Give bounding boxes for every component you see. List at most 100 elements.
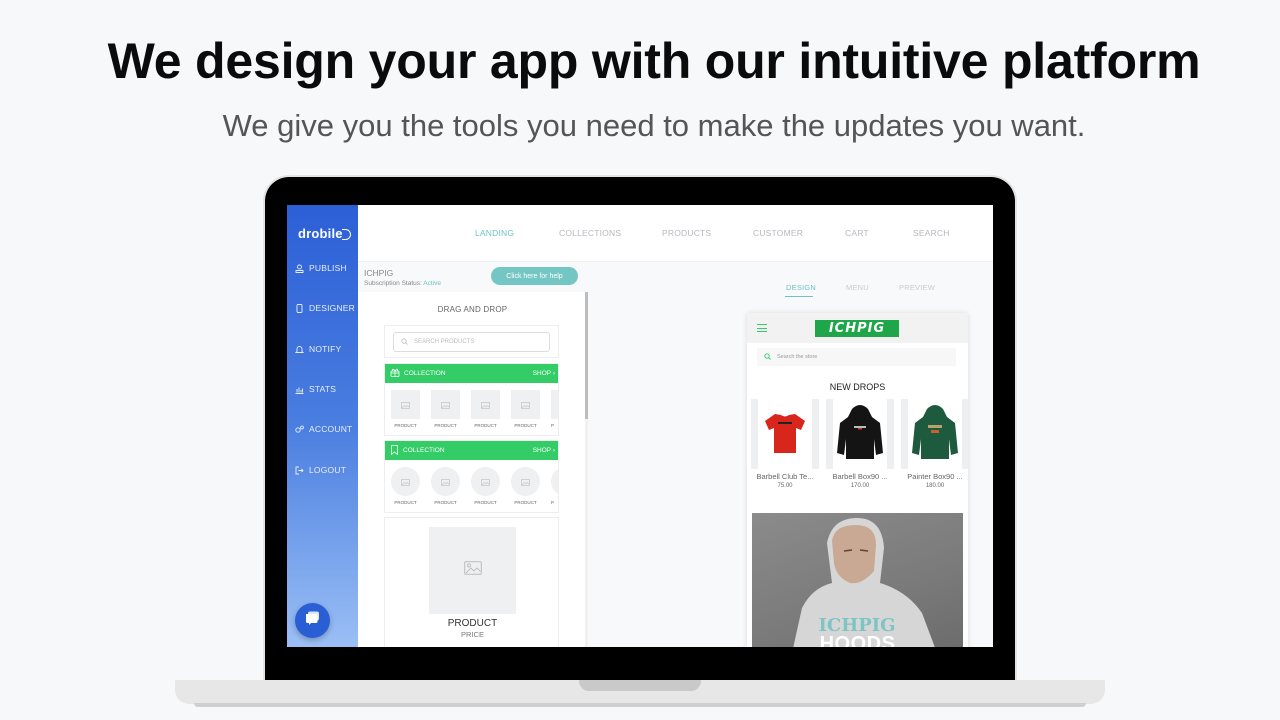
- product-image-placeholder: [429, 527, 516, 614]
- logo[interactable]: drobile: [298, 226, 351, 241]
- collection-banner[interactable]: ICHPIG HOODS: [752, 513, 963, 647]
- nav-tab-collections[interactable]: COLLECTIONS: [559, 228, 621, 238]
- tshirt-image: [765, 414, 805, 453]
- product-placeholder: [471, 467, 500, 496]
- nav-tab-customer[interactable]: CUSTOMER: [753, 228, 803, 238]
- laptop-notch: [579, 680, 701, 691]
- product-placeholder: [551, 467, 558, 496]
- subscription-status-label: Subscription Status:: [364, 280, 422, 287]
- search-products-block[interactable]: SEARCH PRODUCTS: [384, 325, 559, 358]
- image-icon: [463, 561, 482, 580]
- drag-drop-scroll-thumb[interactable]: [585, 292, 588, 419]
- tab-design[interactable]: DESIGN: [786, 283, 816, 292]
- tab-preview[interactable]: PREVIEW: [899, 283, 935, 292]
- product-label: PRODUCT: [514, 423, 537, 428]
- nav-tab-cart[interactable]: CART: [845, 228, 869, 238]
- collection-header: COLLECTION SHOP ›: [385, 364, 558, 383]
- product-name: Painter Box90 ...: [907, 472, 963, 481]
- image-icon: [441, 473, 450, 491]
- sidebar-item-label: ACCOUNT: [309, 424, 353, 434]
- hoodie-image: [912, 405, 958, 459]
- bookmark-icon: [390, 444, 399, 457]
- product-price: 180.00: [925, 483, 945, 489]
- gift-icon: [390, 368, 400, 379]
- sidebar-item-designer[interactable]: DESIGNER: [295, 303, 355, 313]
- product-label: PRODUCT: [474, 423, 497, 428]
- nav-tab-landing[interactable]: LANDING: [475, 228, 514, 238]
- subscription-status-value: Active: [423, 280, 441, 287]
- product-placeholder: [551, 390, 558, 419]
- product-label: PRODUCT: [434, 500, 457, 505]
- sidebar-item-label: PUBLISH: [309, 263, 347, 273]
- chat-button[interactable]: [295, 603, 330, 638]
- laptop-foot: [194, 703, 1086, 707]
- chat-bubble-icon: [304, 610, 321, 632]
- shop-link[interactable]: SHOP ›: [533, 447, 555, 454]
- image-icon: [401, 473, 410, 491]
- sidebar-item-notify[interactable]: NOTIFY: [295, 344, 341, 354]
- product-label: PRODUCT: [434, 423, 457, 428]
- hero-subtitle: We give you the tools you need to make t…: [222, 108, 1086, 143]
- collection-block-round[interactable]: COLLECTION SHOP › PRODUCT PRODUCT PRODUC…: [384, 440, 559, 513]
- image-icon: [401, 396, 410, 414]
- product-placeholder: [431, 467, 460, 496]
- product-image: [751, 399, 819, 469]
- help-button[interactable]: Click here for help: [491, 267, 578, 285]
- collection-block-square[interactable]: COLLECTION SHOP › PRODUCT PRODUCT PRODUC…: [384, 363, 559, 436]
- image-icon: [521, 396, 530, 414]
- sidebar: drobile PUBLISH DESIGNER NOTIFY STATS AC…: [287, 205, 358, 647]
- collection-header: COLLECTION SHOP ›: [385, 441, 558, 460]
- sidebar-item-label: NOTIFY: [309, 344, 342, 354]
- store-search-input[interactable]: Search the store: [757, 348, 956, 366]
- phone-preview: ICHPIG Search the store NEW DROPS Barbel…: [747, 313, 968, 647]
- product-label: P: [551, 500, 555, 505]
- brand-logo: ICHPIG: [815, 320, 899, 337]
- top-navigation: LANDING COLLECTIONS PRODUCTS CUSTOMER CA…: [358, 205, 993, 262]
- sidebar-item-publish[interactable]: PUBLISH: [295, 263, 347, 273]
- hero-title: We design your app with our intuitive pl…: [107, 33, 1201, 89]
- product-label: PRODUCT: [394, 500, 417, 505]
- product-placeholder: [391, 390, 420, 419]
- publish-icon: [295, 264, 304, 273]
- product-price: PRICE: [461, 630, 484, 639]
- product-price: 170.00: [850, 483, 870, 489]
- store-name: ICHPIG: [364, 268, 394, 278]
- product-placeholder: [471, 390, 500, 419]
- sidebar-item-stats[interactable]: STATS: [295, 384, 336, 394]
- nav-tab-search[interactable]: SEARCH: [913, 228, 950, 238]
- product-name: PRODUCT: [447, 618, 498, 629]
- product-label: PRODUCT: [474, 500, 497, 505]
- model-photo: ICHPIG: [793, 518, 935, 647]
- product-label: P: [551, 423, 555, 428]
- search-placeholder: SEARCH PRODUCTS: [414, 339, 475, 345]
- hamburger-menu-icon[interactable]: [757, 324, 767, 335]
- image-icon: [481, 473, 490, 491]
- sidebar-item-label: LOGOUT: [309, 465, 347, 475]
- search-products-input[interactable]: SEARCH PRODUCTS: [393, 332, 550, 352]
- store-info: ICHPIG Subscription Status: Active Click…: [358, 262, 593, 292]
- product-placeholder: [431, 390, 460, 419]
- sidebar-item-account[interactable]: ACCOUNT: [295, 424, 352, 434]
- product-name: Barbell Club Te...: [756, 472, 814, 481]
- product-block[interactable]: PRODUCT PRICE: [384, 517, 559, 647]
- drag-drop-panel: DRAG AND DROP SEARCH PRODUCTS COLLECTION…: [358, 292, 587, 647]
- search-icon: [764, 352, 771, 362]
- drag-drop-title: DRAG AND DROP: [437, 305, 508, 314]
- store-search-placeholder: Search the store: [777, 354, 818, 360]
- product-price: 75.00: [777, 483, 793, 489]
- product-label: PRODUCT: [394, 423, 417, 428]
- hoodie-image: [837, 405, 883, 459]
- shop-link[interactable]: SHOP ›: [533, 370, 555, 377]
- phone-icon: [295, 303, 304, 313]
- logo-text: drobile: [298, 226, 343, 241]
- nav-tab-products[interactable]: PRODUCTS: [662, 228, 711, 238]
- tab-menu[interactable]: MENU: [846, 283, 869, 292]
- active-tab-indicator: [785, 296, 813, 297]
- app-screen: drobile PUBLISH DESIGNER NOTIFY STATS AC…: [287, 205, 993, 647]
- sidebar-item-logout[interactable]: LOGOUT: [295, 465, 346, 475]
- product-label: PRODUCT: [514, 500, 537, 505]
- sidebar-item-label: STATS: [309, 384, 337, 394]
- subscription-status: Subscription Status: Active: [364, 280, 441, 287]
- sidebar-item-label: DESIGNER: [309, 303, 355, 313]
- product-image: [826, 399, 894, 469]
